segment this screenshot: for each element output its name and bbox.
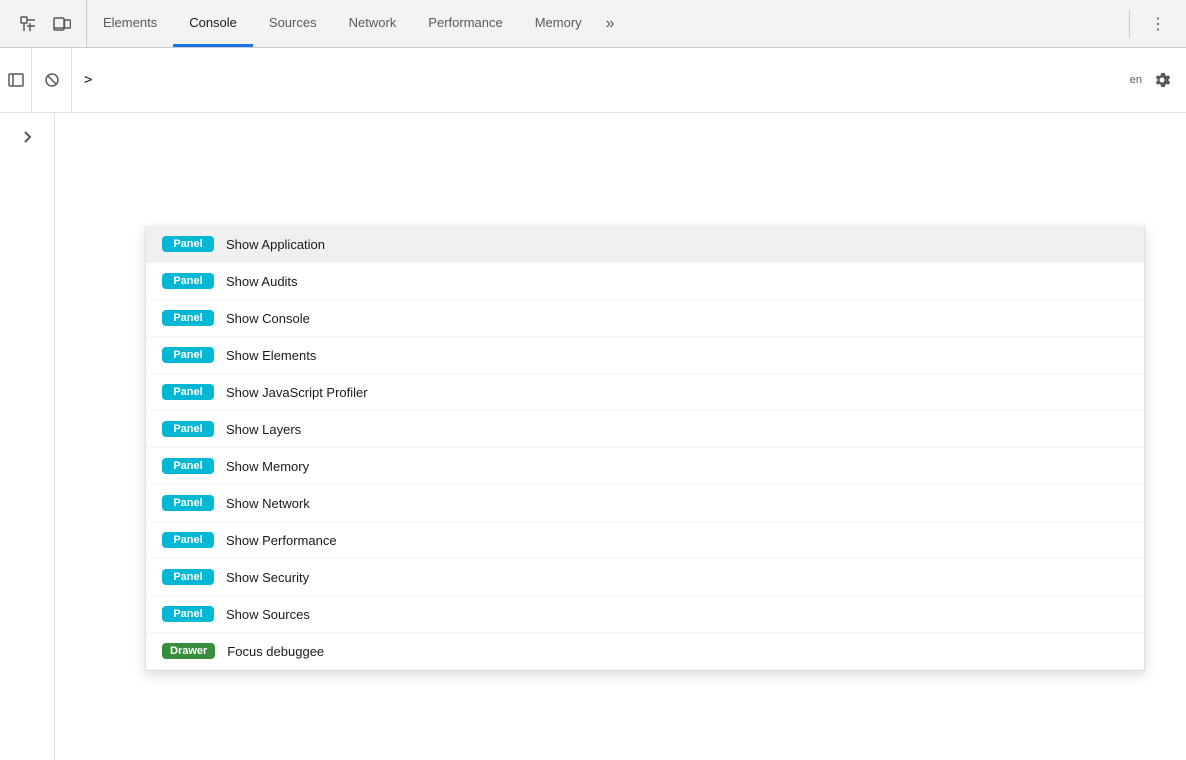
badge-panel: Panel: [162, 347, 214, 363]
more-tabs-button[interactable]: »: [598, 0, 623, 47]
badge-panel: Panel: [162, 532, 214, 548]
tab-network[interactable]: Network: [333, 0, 413, 47]
badge-panel: Panel: [162, 273, 214, 289]
console-settings-button[interactable]: [1146, 64, 1178, 96]
device-toggle-button[interactable]: [46, 8, 78, 40]
badge-panel: Panel: [162, 606, 214, 622]
badge-panel: Panel: [162, 495, 214, 511]
toolbar-left-icons: [4, 0, 87, 47]
content-area: PanelShow ApplicationPanelShow AuditsPan…: [55, 113, 1186, 760]
badge-panel: Panel: [162, 421, 214, 437]
autocomplete-label: Show Network: [226, 496, 310, 511]
tab-memory[interactable]: Memory: [519, 0, 598, 47]
autocomplete-label: Show Elements: [226, 348, 316, 363]
badge-panel: Panel: [162, 569, 214, 585]
inspect-element-button[interactable]: [12, 8, 44, 40]
console-input-row: >: [72, 48, 1122, 112]
badge-panel: Panel: [162, 236, 214, 252]
autocomplete-label: Show Memory: [226, 459, 309, 474]
autocomplete-label: Show Audits: [226, 274, 298, 289]
console-prompt: >: [84, 72, 92, 88]
devtools-toolbar: Elements Console Sources Network Perform…: [0, 0, 1186, 48]
console-sidebar-toggle-button[interactable]: [0, 48, 32, 112]
toolbar-right-icons: ⋮: [1134, 8, 1182, 40]
three-dots-menu-button[interactable]: ⋮: [1142, 8, 1174, 40]
autocomplete-item-show-network[interactable]: Panel Show Network: [146, 485, 1144, 522]
autocomplete-item-show-audits[interactable]: Panel Show Audits: [146, 263, 1144, 300]
autocomplete-label: Show Sources: [226, 607, 310, 622]
console-input[interactable]: [100, 73, 1109, 88]
toolbar-separator: [1129, 10, 1130, 38]
autocomplete-item-show-console[interactable]: Panel Show Console: [146, 300, 1144, 337]
badge-panel: Panel: [162, 310, 214, 326]
badge-panel: Panel: [162, 384, 214, 400]
autocomplete-item-show-layers[interactable]: Panel Show Layers: [146, 411, 1144, 448]
console-filter-button[interactable]: [32, 48, 72, 112]
autocomplete-item-show-performance[interactable]: Panel Show Performance: [146, 522, 1144, 559]
autocomplete-dropdown: PanelShow ApplicationPanelShow AuditsPan…: [145, 226, 1145, 671]
autocomplete-label: Show Layers: [226, 422, 301, 437]
expand-sidebar-button[interactable]: [15, 125, 39, 149]
tab-elements[interactable]: Elements: [87, 0, 173, 47]
main-area: PanelShow ApplicationPanelShow AuditsPan…: [0, 113, 1186, 760]
badge-panel: Panel: [162, 458, 214, 474]
autocomplete-label: Focus debuggee: [227, 644, 324, 659]
autocomplete-item-focus-debuggee[interactable]: Drawer Focus debuggee: [146, 633, 1144, 670]
autocomplete-label: Show Performance: [226, 533, 337, 548]
tab-console[interactable]: Console: [173, 0, 253, 47]
autocomplete-item-show-sources[interactable]: Panel Show Sources: [146, 596, 1144, 633]
tab-sources[interactable]: Sources: [253, 0, 333, 47]
autocomplete-item-show-security[interactable]: Panel Show Security: [146, 559, 1144, 596]
autocomplete-label: Show Security: [226, 570, 309, 585]
console-label: en: [1130, 74, 1142, 86]
autocomplete-label: Show Console: [226, 311, 310, 326]
console-right-icons: en: [1122, 48, 1186, 112]
autocomplete-item-show-memory[interactable]: Panel Show Memory: [146, 448, 1144, 485]
left-sidebar: [0, 113, 55, 760]
autocomplete-item-show-elements[interactable]: Panel Show Elements: [146, 337, 1144, 374]
autocomplete-label: Show JavaScript Profiler: [226, 385, 368, 400]
autocomplete-label: Show Application: [226, 237, 325, 252]
tabs-container: Elements Console Sources Network Perform…: [87, 0, 1125, 47]
tab-performance[interactable]: Performance: [412, 0, 518, 47]
autocomplete-item-show-application[interactable]: Panel Show Application: [146, 226, 1144, 263]
autocomplete-item-show-js-profiler[interactable]: Panel Show JavaScript Profiler: [146, 374, 1144, 411]
console-area: > en: [0, 48, 1186, 113]
badge-drawer: Drawer: [162, 643, 215, 659]
